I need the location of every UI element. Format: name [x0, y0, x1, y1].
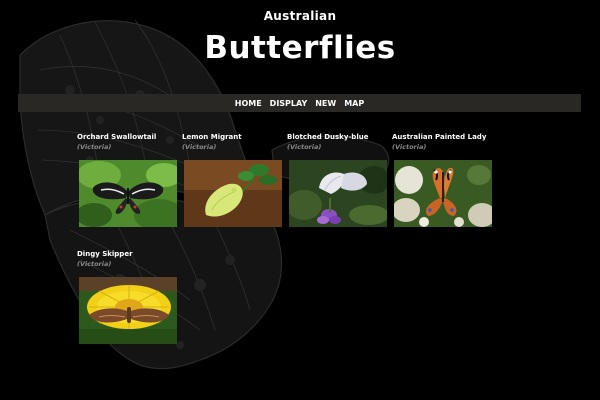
- butterfly-name-link[interactable]: Blotched Dusky-blue: [287, 133, 368, 141]
- butterfly-region: (Victoria): [287, 143, 322, 151]
- butterfly-photo[interactable]: [184, 160, 282, 227]
- nav-map-link[interactable]: MAP: [344, 99, 364, 108]
- butterfly-region: (Victoria): [182, 143, 217, 151]
- nav-home-link[interactable]: HOME: [235, 99, 262, 108]
- butterfly-name-link[interactable]: Orchard Swallowtail: [77, 133, 156, 141]
- main-nav: HOME DISPLAY NEW MAP: [18, 94, 581, 112]
- butterfly-photo[interactable]: [289, 160, 387, 227]
- site-subtitle: Australian: [263, 9, 337, 23]
- page: Australian Butterflies HOME DISPLAY NEW …: [0, 0, 600, 400]
- butterfly-photo[interactable]: [394, 160, 492, 227]
- butterfly-name-link[interactable]: Lemon Migrant: [182, 133, 242, 141]
- butterfly-name-link[interactable]: Australian Painted Lady: [392, 133, 486, 141]
- butterfly-region: (Victoria): [392, 143, 427, 151]
- nav-display-link[interactable]: DISPLAY: [270, 99, 308, 108]
- nav-new-link[interactable]: NEW: [315, 99, 336, 108]
- butterfly-region: (Victoria): [77, 260, 112, 268]
- butterfly-photo[interactable]: [79, 160, 177, 227]
- butterfly-name-link[interactable]: Dingy Skipper: [77, 250, 133, 258]
- butterfly-photo[interactable]: [79, 277, 177, 344]
- butterfly-region: (Victoria): [77, 143, 112, 151]
- site-title: Butterflies: [204, 30, 396, 66]
